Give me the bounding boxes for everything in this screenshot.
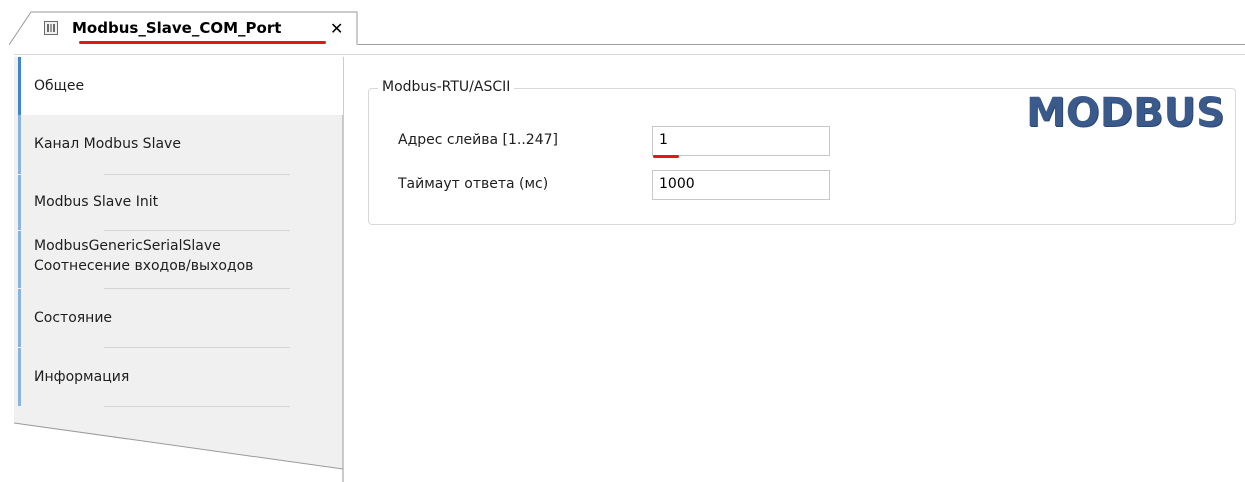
- sidebar-item-label: Информация: [34, 369, 130, 385]
- sidebar-item-io-mapping[interactable]: ModbusGenericSerialSlave Соотнесение вхо…: [18, 231, 343, 288]
- slave-address-highlight: [653, 155, 679, 158]
- sidebar-item-label: Состояние: [34, 310, 113, 326]
- sidebar-item-label: Канал Modbus Slave: [34, 136, 181, 152]
- sidebar-item-status[interactable]: Состояние: [18, 289, 343, 347]
- sidebar-item-marker: [18, 175, 21, 230]
- sidebar-item-information[interactable]: Информация: [18, 348, 343, 406]
- sidebar-item-marker: [18, 231, 21, 288]
- slave-address-label: Адрес слейва [1..247]: [398, 132, 558, 148]
- tabstrip-baseline: [358, 44, 1245, 45]
- slave-address-input[interactable]: 1: [652, 126, 830, 156]
- sidebar-item-marker: [18, 289, 21, 347]
- sidebar-item-marker: [18, 57, 21, 115]
- sidebar-item-marker: [18, 348, 21, 406]
- sidebar-item-modbus-slave-channel[interactable]: Канал Modbus Slave: [18, 115, 343, 174]
- tab-title-highlight: [79, 41, 326, 44]
- close-icon[interactable]: ✕: [330, 19, 343, 38]
- sidebar-item-marker: [18, 115, 21, 174]
- sidebar-separator: [104, 406, 290, 407]
- sidebar-item-label-line1: ModbusGenericSerialSlave: [34, 238, 221, 254]
- response-timeout-label: Таймаут ответа (мс): [398, 176, 549, 192]
- config-sidebar: Общее Канал Modbus Slave Modbus Slave In…: [14, 57, 347, 482]
- sidebar-item-label-line2: Соотнесение входов/выходов: [34, 258, 254, 274]
- editor-tabstrip: Modbus_Slave_COM_Port ✕: [0, 0, 1245, 48]
- sidebar-item-label: Общее: [34, 78, 85, 94]
- response-timeout-input[interactable]: 1000: [652, 170, 830, 200]
- sidebar-item-modbus-slave-init[interactable]: Modbus Slave Init: [18, 175, 343, 230]
- sidebar-item-label: Modbus Slave Init: [34, 194, 159, 210]
- group-title: Modbus-RTU/ASCII: [378, 79, 515, 95]
- tab-modbus-slave-com-port[interactable]: Modbus_Slave_COM_Port ✕: [9, 11, 358, 45]
- sidebar-item-general[interactable]: Общее: [18, 57, 343, 115]
- tab-title: Modbus_Slave_COM_Port: [72, 19, 282, 37]
- modbus-logo: MODBUS: [1026, 90, 1225, 136]
- panel-top-border: [14, 54, 1245, 55]
- device-module-icon: [43, 20, 59, 36]
